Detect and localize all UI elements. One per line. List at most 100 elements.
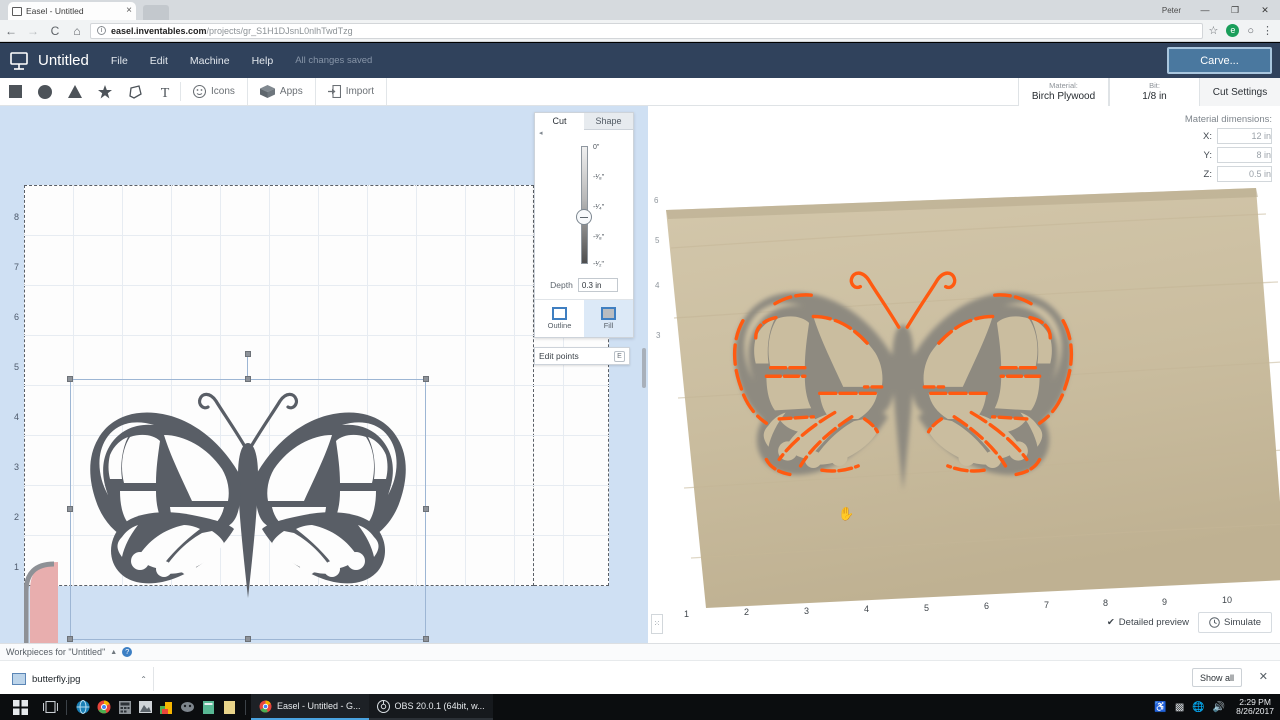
carve-button[interactable]: Carve... <box>1167 47 1272 74</box>
chrome-icon[interactable] <box>93 700 114 714</box>
svg-text:T: T <box>161 86 170 99</box>
network-icon[interactable]: 🌐 <box>1192 702 1204 713</box>
resize-handle[interactable] <box>245 636 251 642</box>
dim-x-input[interactable]: 12 in <box>1217 128 1272 144</box>
slider-knob[interactable] <box>576 209 592 225</box>
photos-icon[interactable] <box>135 701 156 713</box>
show-all-button[interactable]: Show all <box>1192 668 1242 687</box>
text-icon[interactable]: T <box>150 78 180 105</box>
page-title[interactable]: Untitled <box>38 52 89 69</box>
calc-icon[interactable] <box>114 700 135 714</box>
browser-menu-icon[interactable]: ⋮ <box>1262 24 1273 37</box>
ruler-y-tick: 4 <box>13 412 19 422</box>
workpieces-title: Workpieces for "Untitled" <box>6 647 106 657</box>
rotate-handle[interactable] <box>245 351 251 357</box>
ruler-y-tick-3d: 5 <box>655 236 660 245</box>
outline-mode-button[interactable]: ◂ Outline <box>535 130 584 337</box>
dim-z-input[interactable]: 0.5 in <box>1217 166 1272 182</box>
close-icon[interactable]: × <box>126 6 132 16</box>
bookmark-star-icon[interactable]: ☆ <box>1208 24 1218 37</box>
ruler-y-tick: 3 <box>13 462 19 472</box>
folder-green-icon[interactable] <box>198 700 219 714</box>
detailed-preview-toggle[interactable]: ✔ Detailed preview <box>1098 613 1198 632</box>
simulate-label: Simulate <box>1224 617 1261 628</box>
site-info-icon[interactable]: i <box>97 26 106 35</box>
browser-tab[interactable]: Easel - Untitled × <box>8 2 136 20</box>
avatar[interactable]: e <box>1226 24 1240 37</box>
slider-track[interactable] <box>581 146 588 264</box>
back-icon[interactable]: ← <box>0 20 22 42</box>
new-tab-button[interactable] <box>143 5 169 20</box>
panel-scrollbar[interactable] <box>642 348 646 388</box>
butterfly-design-shape[interactable] <box>72 383 424 636</box>
preview-3d[interactable]: ✋ 6 5 4 3 1 2 3 4 5 6 7 8 9 10 ⁙ ✔ Detai… <box>648 106 1280 643</box>
menu-file[interactable]: File <box>111 55 128 67</box>
help-icon[interactable]: ? <box>122 647 133 657</box>
taskbar-app-obs[interactable]: OBS 20.0.1 (64bit, w... <box>368 694 493 720</box>
address-domain: easel.inventables.com <box>111 25 207 36</box>
window-controls: Peter — ❐ ✕ <box>1162 0 1280 20</box>
steam-icon[interactable] <box>177 701 198 713</box>
maximize-icon[interactable]: ❐ <box>1220 0 1250 20</box>
minimize-icon[interactable]: — <box>1190 0 1220 20</box>
chevron-left-icon[interactable]: ◂ <box>539 129 543 137</box>
taskbar-app-easel[interactable]: Easel - Untitled - G... <box>251 694 369 720</box>
fill-mode-button[interactable]: Fill <box>584 300 633 337</box>
hand-cursor-icon: ✋ <box>838 506 855 521</box>
icons-button[interactable]: Icons <box>181 78 248 105</box>
dim-y-input[interactable]: 8 in <box>1217 147 1272 163</box>
address-bar[interactable]: i easel.inventables.com/projects/gr_S1H1… <box>90 22 1204 39</box>
menu-edit[interactable]: Edit <box>150 55 168 67</box>
outline-label: Outline <box>547 321 572 330</box>
bit-selector[interactable]: Bit: 1/8 in <box>1109 78 1200 106</box>
menu-machine[interactable]: Machine <box>190 55 230 67</box>
task-view-icon[interactable] <box>40 701 61 713</box>
simulate-button[interactable]: Simulate <box>1198 612 1272 633</box>
detailed-preview-label: Detailed preview <box>1118 617 1190 628</box>
globe-icon[interactable] <box>72 700 93 714</box>
forward-icon[interactable]: → <box>22 20 44 42</box>
polygon-icon[interactable] <box>120 78 150 105</box>
square-icon[interactable] <box>0 78 30 105</box>
easel-logo-icon[interactable] <box>0 43 38 78</box>
resize-handle[interactable] <box>423 376 429 382</box>
star-icon[interactable] <box>90 78 120 105</box>
apps-label: Apps <box>279 86 303 97</box>
headset-icon[interactable]: ♿ <box>1154 702 1166 713</box>
apps-button[interactable]: Apps <box>248 78 316 105</box>
tab-shape[interactable]: Shape <box>584 113 633 130</box>
home-icon[interactable]: ⌂ <box>66 20 88 42</box>
taskbar-clock[interactable]: 2:29 PM 8/26/2017 <box>1236 697 1274 717</box>
workpieces-close-icon[interactable]: ✕ <box>1259 670 1268 683</box>
list-item[interactable]: butterfly.jpg ⌃ <box>6 667 154 691</box>
volume-icon[interactable]: 🔊 <box>1213 702 1225 713</box>
edit-points-label: Edit points <box>539 351 579 361</box>
battery-icon[interactable]: ▩ <box>1175 702 1184 713</box>
profile-name[interactable]: Peter <box>1162 6 1181 15</box>
resize-handle[interactable] <box>67 376 73 382</box>
edit-points-button[interactable]: Edit points E <box>534 347 630 365</box>
chevron-up-icon[interactable]: ▲ <box>110 649 117 656</box>
import-button[interactable]: Import <box>316 78 388 105</box>
app-icon[interactable] <box>156 701 177 714</box>
folder-yellow-icon[interactable] <box>219 700 240 714</box>
tab-cut[interactable]: Cut <box>535 113 584 130</box>
chevron-up-small-icon[interactable]: ⌃ <box>140 675 147 684</box>
cut-settings-button[interactable]: Cut Settings <box>1200 78 1280 106</box>
triangle-icon[interactable] <box>60 78 90 105</box>
circle-icon[interactable] <box>30 78 60 105</box>
cut-panel-tabs: Cut Shape <box>535 113 633 130</box>
resize-handle[interactable] <box>245 376 251 382</box>
depth-slider[interactable]: 0" -¹⁄₈" -¹⁄₄" -³⁄₈" -¹⁄₂" <box>535 130 633 275</box>
material-selector[interactable]: Material: Birch Plywood <box>1018 78 1109 106</box>
windows-start-icon[interactable] <box>0 699 40 715</box>
resize-handle[interactable] <box>67 636 73 642</box>
panel-resize-grip[interactable]: ⁙ <box>651 614 663 634</box>
workpieces-header: Workpieces for "Untitled" ▲ ? <box>0 644 1280 661</box>
window-close-icon[interactable]: ✕ <box>1250 0 1280 20</box>
resize-handle[interactable] <box>423 636 429 642</box>
depth-input[interactable]: 0.3 in <box>577 278 618 292</box>
menu-help[interactable]: Help <box>252 55 274 67</box>
extension-icon[interactable]: ○ <box>1247 25 1254 37</box>
reload-icon[interactable]: C <box>44 20 66 42</box>
